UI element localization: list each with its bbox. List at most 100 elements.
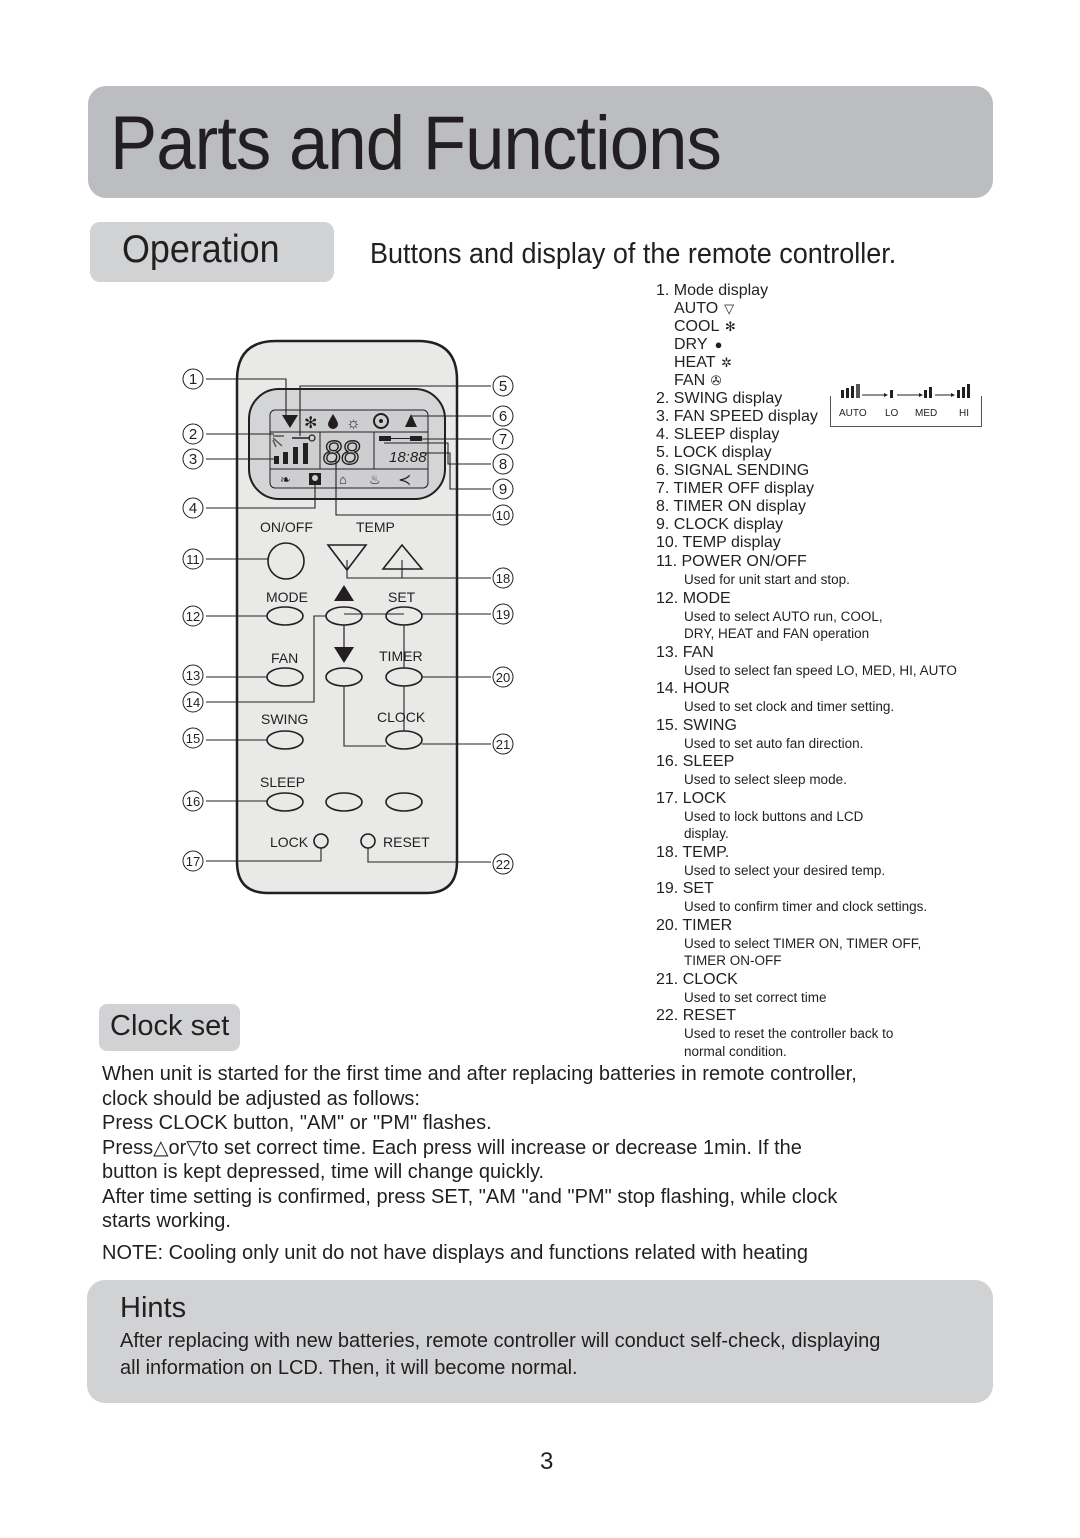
lcd-fan-bar-3 [293, 447, 298, 464]
cooling-note: NOTE: Cooling only unit do not have disp… [102, 1242, 808, 1264]
legend-item-desc: Used to lock buttons and LCD [684, 808, 864, 824]
legend-item-desc: Used to select TIMER ON, TIMER OFF, [684, 935, 922, 951]
instruction-line: After time setting is confirmed, press S… [102, 1185, 838, 1208]
lcd-clock-digits: 18:88 [389, 449, 427, 466]
remote-diagram: ✻ ☼ 88 18:88 ❧ ⌂ ♨ ≺ ON/OFF TEMP MODE SE… [182, 339, 514, 895]
lcd-fan-bar-4 [303, 443, 308, 464]
svg-text:3: 3 [189, 451, 197, 468]
legend-item: 4. SLEEP display [656, 426, 780, 443]
legend-item: 9. CLOCK display [656, 516, 784, 533]
page-number: 3 [540, 1448, 554, 1475]
legend-item-desc: Used to set auto fan direction. [684, 735, 864, 751]
fan-speed-auto: AUTO [839, 408, 867, 419]
instruction-line: When unit is started for the first time … [102, 1063, 857, 1085]
legend-item-desc: Used to select AUTO run, COOL, [684, 608, 883, 624]
lcd-temp-digits: 88 [323, 434, 360, 471]
sun-icon: ✲ [721, 355, 732, 370]
mode-label: DRY [674, 336, 708, 353]
callout-1: 1 [182, 368, 204, 390]
hints-heading: Hints [120, 1292, 187, 1324]
svg-text:20: 20 [496, 670, 510, 685]
legend-item: 21. CLOCK [656, 970, 738, 988]
legend-item-desc: TIMER ON-OFF [684, 953, 782, 968]
legend-item: 6. SIGNAL SENDING [656, 462, 810, 479]
lcd-heat-icon: ☼ [346, 415, 361, 432]
callout-19: 19 [492, 603, 514, 625]
svg-text:8: 8 [499, 456, 507, 473]
legend-mode-display: 1. Mode display [656, 282, 769, 299]
svg-text:13: 13 [186, 668, 200, 683]
mode-label: FAN [674, 372, 706, 389]
callout-3: 3 [182, 448, 204, 470]
timer-label: TIMER [379, 648, 423, 664]
callout-8: 8 [492, 453, 514, 475]
lcd-leaf-icon: ❧ [280, 472, 291, 487]
legend-mode-dry: DRY ● [656, 336, 1016, 354]
legend-item: 11. POWER ON/OFF [656, 553, 807, 570]
svg-text:12: 12 [186, 609, 200, 624]
callout-21: 21 [492, 733, 514, 755]
mode-label: HEAT [674, 354, 716, 371]
svg-text:15: 15 [186, 731, 200, 746]
svg-text:11: 11 [186, 552, 200, 567]
legend-item-desc: DRY, HEAT and FAN operation [684, 626, 870, 641]
legend-item-desc: Used for unit start and stop. [684, 572, 850, 587]
mode-label: AUTO [674, 300, 719, 317]
legend-item-desc: Used to confirm timer and clock settings… [684, 899, 928, 914]
lcd-heater-icon: ♨ [369, 472, 381, 487]
callout-5: 5 [492, 375, 514, 397]
legend-item: 14. HOUR [656, 680, 730, 697]
callout-2: 2 [182, 423, 204, 445]
legend-item: 19. SET [656, 880, 714, 897]
sleep-label: SLEEP [260, 774, 305, 790]
svg-text:9: 9 [499, 481, 507, 498]
fan-label: FAN [271, 650, 298, 666]
svg-text:1: 1 [189, 371, 197, 388]
svg-text:4: 4 [189, 500, 197, 517]
svg-text:22: 22 [496, 857, 510, 872]
callout-17: 17 [182, 850, 204, 872]
onoff-label: ON/OFF [260, 519, 313, 535]
auto-icon: ▽ [724, 301, 735, 316]
clock-set-heading: Clock set [110, 1010, 230, 1042]
instruction-line: starts working. [102, 1210, 231, 1232]
legend-mode-auto: AUTO ▽ [656, 300, 1016, 318]
fan-speed-diagram: AUTO LO MED HI [830, 384, 982, 427]
legend-item: 5. LOCK display [656, 444, 772, 461]
fan-icon: ✇ [710, 373, 722, 388]
clock-set-instructions: When unit is started for the first time … [102, 1062, 922, 1234]
legend-item: 18. TEMP. [656, 843, 730, 861]
callout-4: 4 [182, 497, 204, 519]
callout-11: 11 [182, 548, 204, 570]
legend-item: 13. FAN [656, 643, 714, 661]
legend-item-desc: display. [684, 826, 729, 841]
legend-item-desc: Used to select sleep mode. [684, 772, 847, 787]
legend-item: 16. SLEEP [656, 753, 735, 770]
legend-item: 12. MODE [656, 589, 731, 607]
instruction-line: button is kept depressed, time will chan… [102, 1161, 545, 1183]
swing-label: SWING [261, 711, 308, 727]
lcd-timer-off-icon [379, 436, 391, 441]
fan-speed-bars [841, 384, 970, 398]
callout-12: 12 [182, 605, 204, 627]
legend-item: 20. TIMER [656, 916, 733, 934]
temp-label: TEMP [356, 519, 395, 535]
lcd-cool-icon: ✻ [304, 415, 317, 432]
callout-6: 6 [492, 405, 514, 427]
callout-15: 15 [182, 727, 204, 749]
fan-speed-lo: LO [885, 408, 899, 419]
legend-mode-cool: COOL ✻ [656, 318, 1016, 336]
legend-item-desc: Used to reset the controller back to [684, 1026, 894, 1041]
svg-text:6: 6 [499, 408, 507, 425]
svg-text:17: 17 [186, 854, 200, 869]
lcd-wind-icon: ≺ [398, 472, 411, 489]
legend-item-desc: Used to select fan speed LO, MED, HI, AU… [684, 662, 957, 678]
callout-18: 18 [492, 567, 514, 589]
droplet-icon: ● [714, 337, 723, 352]
legend-item: 22. RESET [656, 1007, 737, 1024]
legend-item: 17. LOCK [656, 789, 727, 807]
legend-item: 10. TEMP display [656, 534, 781, 551]
svg-text:7: 7 [499, 431, 507, 448]
callout-10: 10 [492, 504, 514, 526]
lcd-fan-bar-2 [283, 452, 288, 464]
